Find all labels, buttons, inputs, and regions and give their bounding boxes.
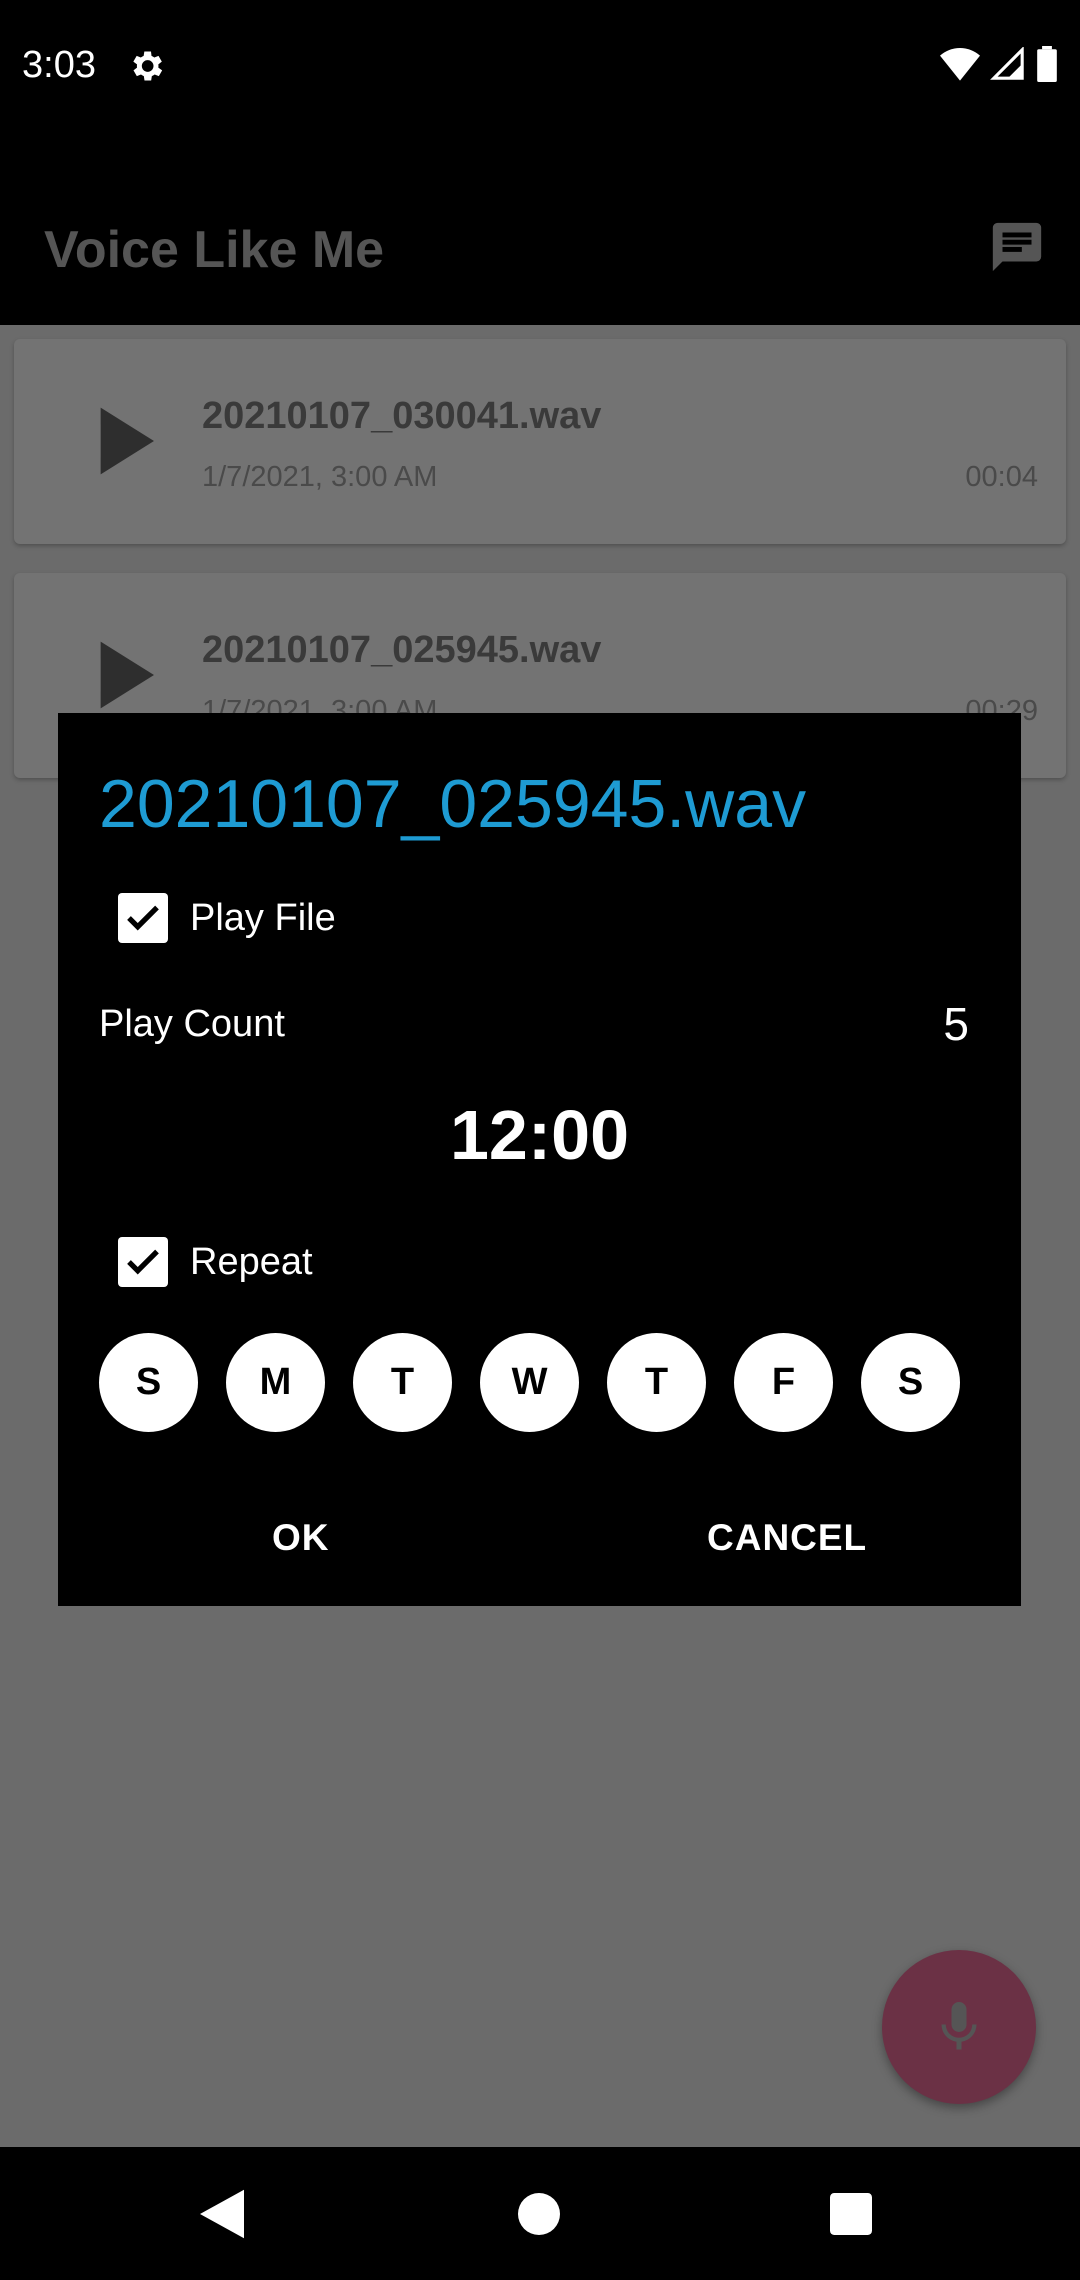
recording-duration: 00:04 xyxy=(965,461,1038,493)
day-selector: S M T W T F S xyxy=(99,1333,960,1432)
back-icon[interactable] xyxy=(200,2189,244,2239)
home-icon[interactable] xyxy=(518,2193,560,2235)
cancel-button[interactable]: CANCEL xyxy=(707,1517,867,1559)
repeat-label: Repeat xyxy=(190,1240,313,1283)
play-icon[interactable] xyxy=(84,401,164,481)
recording-name: 20210107_025945.wav xyxy=(202,629,602,671)
cell-signal-icon xyxy=(990,47,1024,80)
wifi-icon xyxy=(940,48,980,81)
checkmark-icon xyxy=(127,905,159,931)
recording-name: 20210107_030041.wav xyxy=(202,395,602,437)
settings-gear-icon xyxy=(133,51,163,81)
app-title: Voice Like Me xyxy=(44,221,385,279)
recents-icon[interactable] xyxy=(830,2193,872,2235)
microphone-icon xyxy=(941,2002,977,2050)
repeat-option[interactable]: Repeat xyxy=(118,1237,313,1287)
day-thursday[interactable]: T xyxy=(607,1333,706,1432)
record-button[interactable] xyxy=(882,1950,1036,2104)
play-file-checkbox[interactable] xyxy=(118,893,168,943)
message-icon[interactable] xyxy=(988,218,1046,276)
play-count-value[interactable]: 5 xyxy=(943,997,969,1051)
ok-button[interactable]: OK xyxy=(272,1517,330,1559)
play-count-label: Play Count xyxy=(99,1003,285,1045)
navigation-bar xyxy=(0,2147,1080,2280)
status-time: 3:03 xyxy=(22,44,96,86)
battery-icon xyxy=(1037,46,1057,82)
time-picker[interactable]: 12:00 xyxy=(58,1095,1021,1175)
day-monday[interactable]: M xyxy=(226,1333,325,1432)
day-tuesday[interactable]: T xyxy=(353,1333,452,1432)
schedule-dialog: 20210107_025945.wav Play File Play Count… xyxy=(58,713,1021,1606)
day-saturday[interactable]: S xyxy=(861,1333,960,1432)
play-icon[interactable] xyxy=(84,635,164,715)
day-friday[interactable]: F xyxy=(734,1333,833,1432)
status-icons xyxy=(940,46,1058,82)
recording-card[interactable]: 20210107_030041.wav 1/7/2021, 3:00 AM 00… xyxy=(14,339,1066,544)
day-wednesday[interactable]: W xyxy=(480,1333,579,1432)
play-file-label: Play File xyxy=(190,896,336,939)
recording-date: 1/7/2021, 3:00 AM xyxy=(202,461,438,493)
repeat-checkbox[interactable] xyxy=(118,1237,168,1287)
dialog-title: 20210107_025945.wav xyxy=(99,766,807,842)
checkmark-icon xyxy=(127,1249,159,1275)
play-file-option[interactable]: Play File xyxy=(118,893,336,943)
status-bar: 3:03 xyxy=(0,0,1080,135)
day-sunday[interactable]: S xyxy=(99,1333,198,1432)
